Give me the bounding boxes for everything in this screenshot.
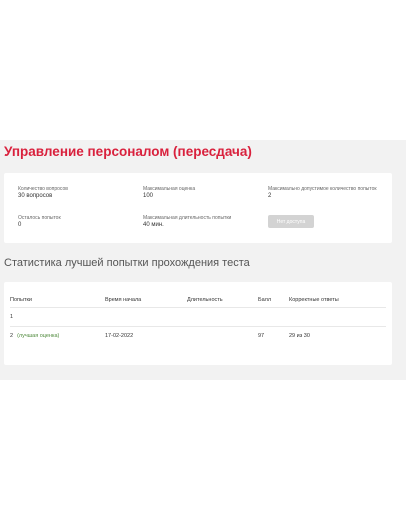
table-row: 2 (лучшая оценка) 17-02-2022 97 29 из 30: [10, 327, 386, 346]
course-title: Управление персоналом (пересдача): [4, 144, 252, 159]
max-duration-value: 40 мин.: [143, 222, 164, 228]
attempt-score: 97: [258, 333, 265, 339]
column-header-correct-answers: Корректные ответы: [289, 292, 386, 308]
max-score: Максимальная оценка 100: [143, 186, 263, 200]
max-attempts: Максимально допустимое количество попыто…: [268, 186, 378, 200]
questions-count: Количество вопросов 30 вопросов: [18, 186, 138, 200]
attempts-table: Попытки Время начала Длительность Балл К…: [10, 292, 386, 345]
attempt-start-time: 17-02-2022: [105, 333, 134, 339]
column-header-start-time: Время начала: [105, 292, 187, 308]
test-info-card: Количество вопросов 30 вопросов Максимал…: [4, 173, 392, 243]
column-header-duration: Длительность: [187, 292, 258, 308]
attempt-duration: [187, 327, 258, 346]
attempt-number-text: 2: [10, 333, 14, 339]
attempt-correct-answers: 29 из 30: [289, 333, 310, 339]
max-attempts-label: Максимально допустимое количество попыто…: [268, 186, 377, 192]
table-header-row: Попытки Время начала Длительность Балл К…: [10, 292, 386, 308]
max-duration: Максимальная длительность попытки 40 мин…: [143, 215, 263, 229]
attempt-start-time: [105, 307, 187, 327]
column-header-score: Балл: [258, 292, 289, 308]
questions-count-value: 30 вопросов: [18, 193, 53, 199]
attempt-score: [258, 307, 289, 327]
remaining-attempts-value: 0: [18, 222, 22, 228]
attempt-number-text: 1: [10, 314, 14, 320]
attempt-correct-answers: [289, 307, 386, 327]
table-row: 1: [10, 307, 386, 327]
attempt-duration: [187, 307, 258, 327]
attempt-number: 1: [10, 307, 105, 327]
attempts-stats-card: Попытки Время начала Длительность Балл К…: [4, 282, 392, 365]
start-test-button[interactable]: Нет доступа: [268, 215, 314, 228]
max-attempts-value: 2: [268, 193, 272, 199]
stats-section-title: Статистика лучшей попытки прохождения те…: [4, 257, 250, 269]
column-header-attempts: Попытки: [10, 292, 105, 308]
best-score-tag: (лучшая оценка): [17, 333, 60, 339]
max-score-value: 100: [143, 193, 154, 199]
remaining-attempts: Осталось попыток 0: [18, 215, 138, 229]
attempt-number: 2 (лучшая оценка): [10, 327, 105, 346]
